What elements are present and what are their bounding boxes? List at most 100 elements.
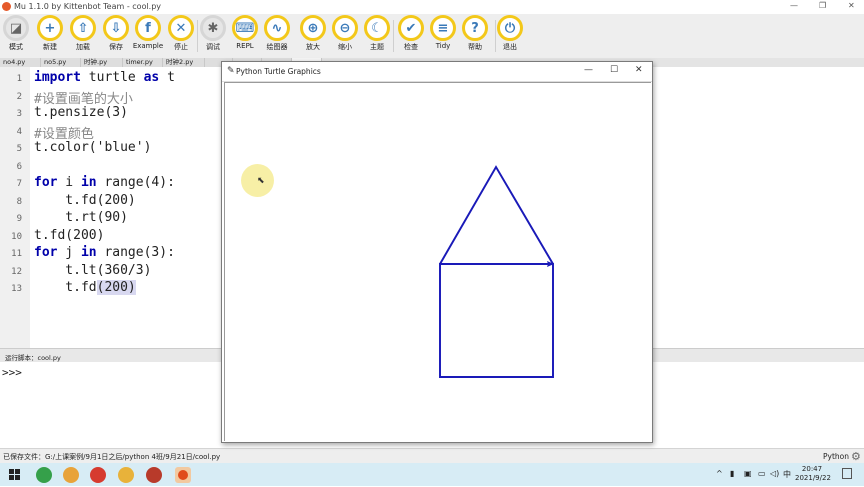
status-message: 已保存文件：G:/上课案例/9月1日之后/python 4班/9月21日/coo…: [3, 453, 221, 461]
zoom-in-icon: ⊕: [300, 15, 326, 41]
mode-indicator[interactable]: Python: [823, 452, 849, 461]
toolbar-button-label: 放大: [306, 43, 320, 51]
toolbar-button-zoom-out[interactable]: ⊖ 缩小: [328, 15, 362, 52]
toolbar-button-label: 加载: [76, 43, 90, 51]
mu-editor-icon[interactable]: [146, 467, 162, 483]
code-line: t.fd(200): [34, 193, 135, 208]
stop-icon-glyph: ✕: [175, 21, 187, 36]
folder-icon[interactable]: [118, 467, 134, 483]
code-line: t.pensize(3): [34, 105, 128, 120]
toolbar-separator: [197, 20, 198, 52]
code-line: t.fd(200): [34, 280, 136, 295]
toolbar-button-check-thumb[interactable]: ✔ 检查: [394, 15, 428, 52]
plotter-icon: ∿: [264, 15, 290, 41]
code-line: #设置颜色: [34, 123, 94, 142]
mu-app-icon: [2, 2, 11, 11]
turtle-window-title: Python Turtle Graphics: [236, 67, 321, 76]
toolbar-button-mode[interactable]: ◪ 模式: [0, 15, 33, 52]
taskbar-clock[interactable]: 20:47 2021/9/22: [795, 465, 831, 483]
toolbar-button-label: 绘图器: [266, 43, 288, 51]
turtle-canvas[interactable]: [224, 82, 651, 441]
toolbar-button-tidy[interactable]: ≡ Tidy: [426, 15, 460, 50]
code-line: t.color('blue'): [34, 140, 151, 155]
example-icon: f: [135, 15, 161, 41]
window-title: Mu 1.1.0 by Kittenbot Team - cool.py: [14, 2, 162, 11]
turtle-close-button[interactable]: ✕: [635, 65, 643, 75]
tray-icon[interactable]: 中: [783, 469, 791, 480]
zoom-out-icon: ⊖: [332, 15, 358, 41]
tray-icon[interactable]: ▣: [744, 469, 752, 478]
gear-icon[interactable]: ⚙: [851, 450, 861, 463]
code-token: range(3):: [96, 245, 175, 260]
line-number: 4: [16, 126, 22, 137]
code-line: t.rt(90): [34, 210, 128, 225]
toolbar-button-label: REPL: [236, 42, 254, 50]
code-token: range(4):: [96, 175, 175, 190]
toolbar-button-stop[interactable]: ✕ 停止: [164, 15, 198, 52]
toolbar-button-plotter[interactable]: ∿ 绘图器: [260, 15, 294, 52]
toolbar-button-theme-moon[interactable]: ☾ 主题: [360, 15, 394, 52]
tab-1[interactable]: no5.py: [41, 58, 81, 67]
toolbar-button-label: Tidy: [435, 42, 451, 50]
toolbar-button-help[interactable]: ? 帮助: [458, 15, 492, 52]
tab-4[interactable]: 时钟2.py: [163, 58, 205, 67]
toolbar-button-zoom-in[interactable]: ⊕ 放大: [296, 15, 330, 52]
tab-3[interactable]: timer.py: [123, 58, 163, 67]
toolbar-button-example[interactable]: f Example: [131, 15, 165, 50]
tab-2[interactable]: 时钟.py: [81, 58, 123, 67]
code-line: t.fd(200): [34, 228, 104, 243]
code-token: t.lt(360/3): [34, 262, 152, 278]
code-token: t: [159, 70, 175, 85]
toolbar-button-new[interactable]: + 新建: [33, 15, 67, 52]
tray-icon[interactable]: ◁): [770, 469, 779, 478]
edge-icon[interactable]: [36, 467, 52, 483]
keyword-token: for: [34, 245, 58, 260]
pycharm-icon[interactable]: [63, 467, 79, 483]
toolbar-button-label: 新建: [43, 43, 57, 51]
tray-icon[interactable]: ▭: [758, 469, 766, 478]
notification-icon[interactable]: [842, 468, 852, 479]
repl-prompt: >>>: [2, 366, 22, 379]
line-number-gutter: 1 2 3 4 5 6 7 8 9 10 11 12 13: [0, 67, 30, 348]
new-icon-glyph: +: [44, 21, 56, 36]
line-number: 12: [11, 266, 22, 277]
code-line: #设置画笔的大小: [34, 88, 133, 107]
turtle-minimize-button[interactable]: —: [584, 65, 593, 75]
toolbar-button-label: 退出: [503, 43, 517, 51]
turtle-maximize-button[interactable]: ☐: [610, 65, 618, 75]
toolbar-button-keyboard[interactable]: ⌨ REPL: [228, 15, 262, 50]
windows-start-icon[interactable]: [7, 467, 23, 483]
code-token: turtle: [80, 70, 144, 85]
maximize-button[interactable]: ❐: [819, 1, 826, 10]
toolbar-button-power[interactable]: ⏻ 退出: [493, 15, 527, 52]
save-icon-glyph: ⇩: [110, 21, 122, 36]
tray-icon[interactable]: ^: [716, 469, 723, 478]
close-button[interactable]: ✕: [848, 1, 855, 10]
keyword-token: in: [80, 245, 97, 260]
keyword-token: import: [34, 70, 81, 85]
code-token: t.rt(90): [34, 210, 128, 225]
code-line: import turtle as t: [34, 70, 175, 85]
toolbar-button-label: 帮助: [468, 43, 482, 51]
turtle-title-bar: ✎ Python Turtle Graphics — ☐ ✕: [222, 62, 652, 82]
toolbar-separator: [495, 20, 496, 52]
clock-time: 20:47: [801, 465, 823, 473]
check-thumb-icon-glyph: ✔: [405, 21, 417, 36]
help-icon-glyph: ?: [471, 21, 479, 36]
toolbar-button-load[interactable]: ⇧ 加载: [66, 15, 100, 52]
tray-icon[interactable]: ▮: [730, 469, 734, 478]
power-icon-glyph: ⏻: [504, 21, 516, 36]
toolbar-button-debug[interactable]: ✱ 调试: [196, 15, 230, 52]
clock-date: 2021/9/22: [795, 474, 831, 482]
turtle-drawing: [439, 165, 554, 378]
toolbar-button-label: Example: [132, 42, 164, 50]
minimize-button[interactable]: —: [790, 1, 798, 10]
chrome-icon[interactable]: [90, 467, 106, 483]
mode-icon: ◪: [3, 15, 29, 41]
toolbar-button-save[interactable]: ⇩ 保存: [99, 15, 133, 52]
tab-0[interactable]: no4.py: [0, 58, 41, 67]
windows-taskbar: ^ ▮ ▣ ▭ ◁) 中 20:47 2021/9/22: [0, 463, 864, 486]
mode-icon-glyph: ◪: [9, 21, 23, 36]
code-token: (200): [96, 280, 136, 295]
record-icon[interactable]: [175, 467, 191, 483]
